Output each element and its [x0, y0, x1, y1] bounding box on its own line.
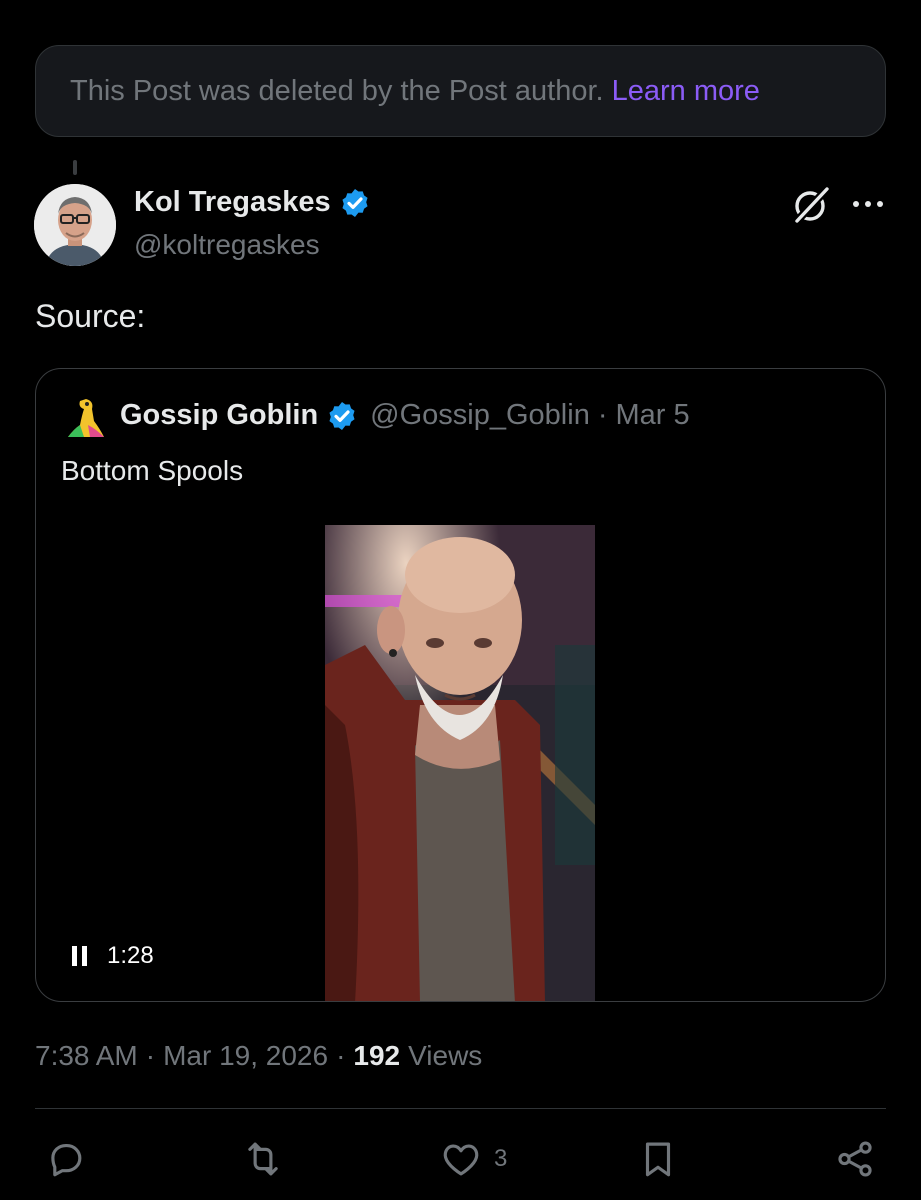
video-player[interactable] [325, 525, 595, 1001]
thread-connector-line [73, 160, 77, 175]
share-button[interactable] [834, 1138, 876, 1180]
author-avatar[interactable] [34, 184, 116, 266]
quoted-post-text: Bottom Spools [61, 455, 244, 486]
verified-icon [339, 187, 371, 219]
deleted-notice-text: This Post was deleted by the Post author… [70, 74, 604, 107]
divider [35, 1108, 886, 1109]
post-text: Source: [35, 298, 146, 334]
retweet-button[interactable] [242, 1138, 284, 1180]
bookmark-button[interactable] [637, 1138, 679, 1180]
reply-button[interactable] [45, 1138, 87, 1180]
author-name-text: Kol Tregaskes [134, 186, 331, 218]
separator-dot: · [597, 399, 608, 431]
deleted-post-notice: This Post was deleted by the Post author… [35, 45, 886, 137]
author-handle[interactable]: @koltregaskes [134, 229, 320, 261]
post-meta: 7:38 AM · Mar 19, 2026 · 192 Views [35, 1040, 482, 1072]
learn-more-link[interactable]: Learn more [612, 75, 760, 108]
post-date[interactable]: Mar 19, 2026 [163, 1040, 328, 1072]
bookmark-icon [645, 1142, 671, 1177]
verified-icon [326, 400, 358, 432]
share-icon [838, 1141, 872, 1177]
reply-icon [51, 1143, 82, 1177]
quoted-post-date[interactable]: Mar 5 [616, 399, 690, 432]
video-timestamp: 1:28 [107, 942, 154, 969]
video-controls: 1:28 [72, 942, 154, 970]
separator-dot: · [145, 1040, 156, 1071]
quoted-post-header: Gossip Goblin @Gossip_Goblin · Mar 5 [120, 399, 690, 432]
quoted-post-card[interactable]: Gossip Goblin @Gossip_Goblin · Mar 5 Bot… [35, 368, 886, 1002]
more-options-icon[interactable] [848, 192, 888, 216]
post-detail-page: This Post was deleted by the Post author… [0, 0, 921, 1200]
like-count: 3 [494, 1145, 508, 1172]
pause-icon[interactable] [72, 946, 87, 966]
grok-icon[interactable] [790, 184, 832, 226]
views-count: 192 [353, 1040, 401, 1071]
separator-dot: · [336, 1040, 346, 1071]
quoted-author-handle[interactable]: @Gossip_Goblin [370, 399, 590, 432]
like-button[interactable]: 3 [440, 1138, 507, 1180]
views-label: Views [408, 1040, 483, 1071]
like-icon [443, 1144, 479, 1176]
quoted-author-avatar[interactable] [64, 395, 106, 439]
post-time[interactable]: 7:38 AM [35, 1040, 138, 1072]
author-name[interactable]: Kol Tregaskes [134, 186, 371, 219]
retweet-icon [248, 1142, 278, 1176]
quoted-author-name[interactable]: Gossip Goblin [120, 399, 318, 432]
